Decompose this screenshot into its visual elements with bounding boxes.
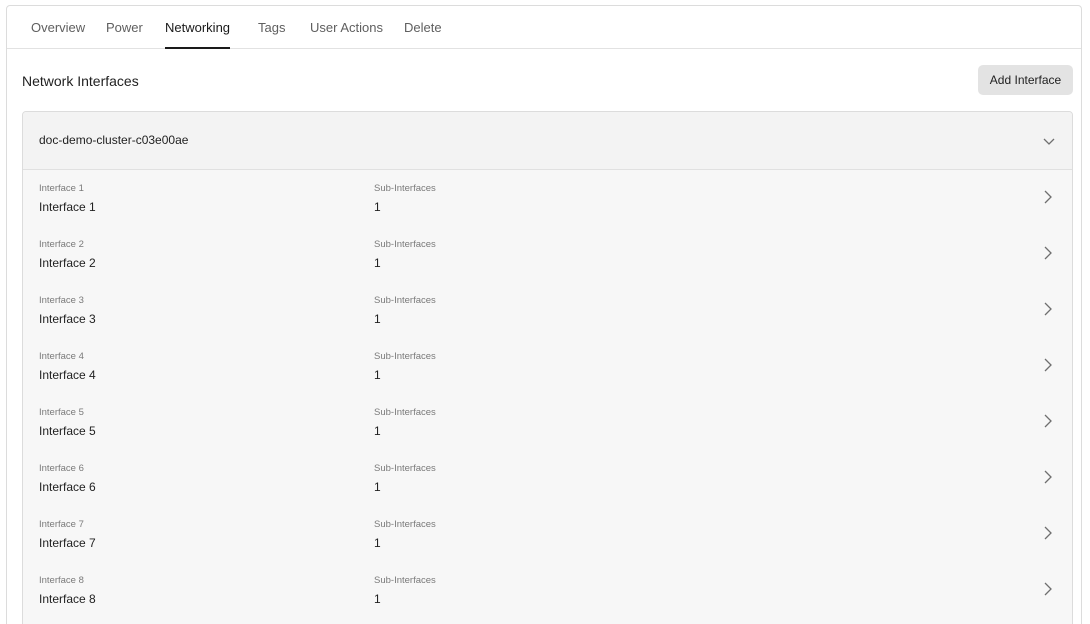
interface-row[interactable]: Interface 3 Interface 3 Sub-Interfaces 1	[23, 282, 1072, 338]
tab-user-actions[interactable]: User Actions	[310, 20, 383, 49]
sub-interfaces-label: Sub-Interfaces	[374, 519, 436, 530]
chevron-right-icon[interactable]	[1042, 525, 1054, 541]
sub-interfaces-label: Sub-Interfaces	[374, 575, 436, 586]
chevron-right-icon[interactable]	[1042, 469, 1054, 485]
chevron-right-icon[interactable]	[1042, 357, 1054, 373]
chevron-down-icon[interactable]	[1042, 134, 1056, 148]
cluster-name: doc-demo-cluster-c03e00ae	[39, 133, 189, 147]
cluster-header[interactable]: doc-demo-cluster-c03e00ae	[23, 112, 1072, 170]
interface-name: Interface 8	[39, 592, 96, 606]
tab-delete[interactable]: Delete	[404, 20, 442, 49]
chevron-right-icon[interactable]	[1042, 301, 1054, 317]
sub-interfaces-label: Sub-Interfaces	[374, 351, 436, 362]
sub-interfaces-label: Sub-Interfaces	[374, 295, 436, 306]
interface-label: Interface 6	[39, 463, 84, 474]
sub-interfaces-count: 1	[374, 256, 381, 270]
interface-row[interactable]: Interface 2 Interface 2 Sub-Interfaces 1	[23, 226, 1072, 282]
details-panel: Overview Power Networking Tags User Acti…	[6, 5, 1082, 624]
chevron-right-icon[interactable]	[1042, 245, 1054, 261]
sub-interfaces-count: 1	[374, 368, 381, 382]
sub-interfaces-count: 1	[374, 424, 381, 438]
section-title: Network Interfaces	[22, 73, 139, 89]
interface-label: Interface 7	[39, 519, 84, 530]
interface-name: Interface 3	[39, 312, 96, 326]
interface-label: Interface 1	[39, 183, 84, 194]
interface-label: Interface 2	[39, 239, 84, 250]
sub-interfaces-count: 1	[374, 592, 381, 606]
interface-name: Interface 2	[39, 256, 96, 270]
sub-interfaces-label: Sub-Interfaces	[374, 183, 436, 194]
interface-row[interactable]: Interface 7 Interface 7 Sub-Interfaces 1	[23, 506, 1072, 562]
interface-name: Interface 4	[39, 368, 96, 382]
tab-tags[interactable]: Tags	[258, 20, 285, 49]
cluster-card: doc-demo-cluster-c03e00ae Interface 1 In…	[22, 111, 1073, 624]
chevron-right-icon[interactable]	[1042, 413, 1054, 429]
interface-name: Interface 6	[39, 480, 96, 494]
sub-interfaces-count: 1	[374, 536, 381, 550]
interface-row[interactable]: Interface 5 Interface 5 Sub-Interfaces 1	[23, 394, 1072, 450]
interface-row[interactable]: Interface 8 Interface 8 Sub-Interfaces 1	[23, 562, 1072, 618]
chevron-right-icon[interactable]	[1042, 189, 1054, 205]
interface-name: Interface 5	[39, 424, 96, 438]
interface-label: Interface 4	[39, 351, 84, 362]
tab-bar: Overview Power Networking Tags User Acti…	[7, 6, 1081, 49]
sub-interfaces-count: 1	[374, 312, 381, 326]
interface-row[interactable]: Interface 4 Interface 4 Sub-Interfaces 1	[23, 338, 1072, 394]
interface-row[interactable]: Interface 1 Interface 1 Sub-Interfaces 1	[23, 170, 1072, 226]
interface-row[interactable]: Interface 6 Interface 6 Sub-Interfaces 1	[23, 450, 1072, 506]
tab-power[interactable]: Power	[106, 20, 143, 49]
sub-interfaces-count: 1	[374, 200, 381, 214]
sub-interfaces-label: Sub-Interfaces	[374, 239, 436, 250]
add-interface-button[interactable]: Add Interface	[978, 65, 1073, 95]
interface-name: Interface 7	[39, 536, 96, 550]
interface-name: Interface 1	[39, 200, 96, 214]
sub-interfaces-label: Sub-Interfaces	[374, 463, 436, 474]
sub-interfaces-count: 1	[374, 480, 381, 494]
chevron-right-icon[interactable]	[1042, 581, 1054, 597]
interface-label: Interface 3	[39, 295, 84, 306]
tab-networking[interactable]: Networking	[165, 20, 231, 49]
interface-label: Interface 8	[39, 575, 84, 586]
interface-label: Interface 5	[39, 407, 84, 418]
sub-interfaces-label: Sub-Interfaces	[374, 407, 436, 418]
tab-overview[interactable]: Overview	[31, 20, 85, 49]
